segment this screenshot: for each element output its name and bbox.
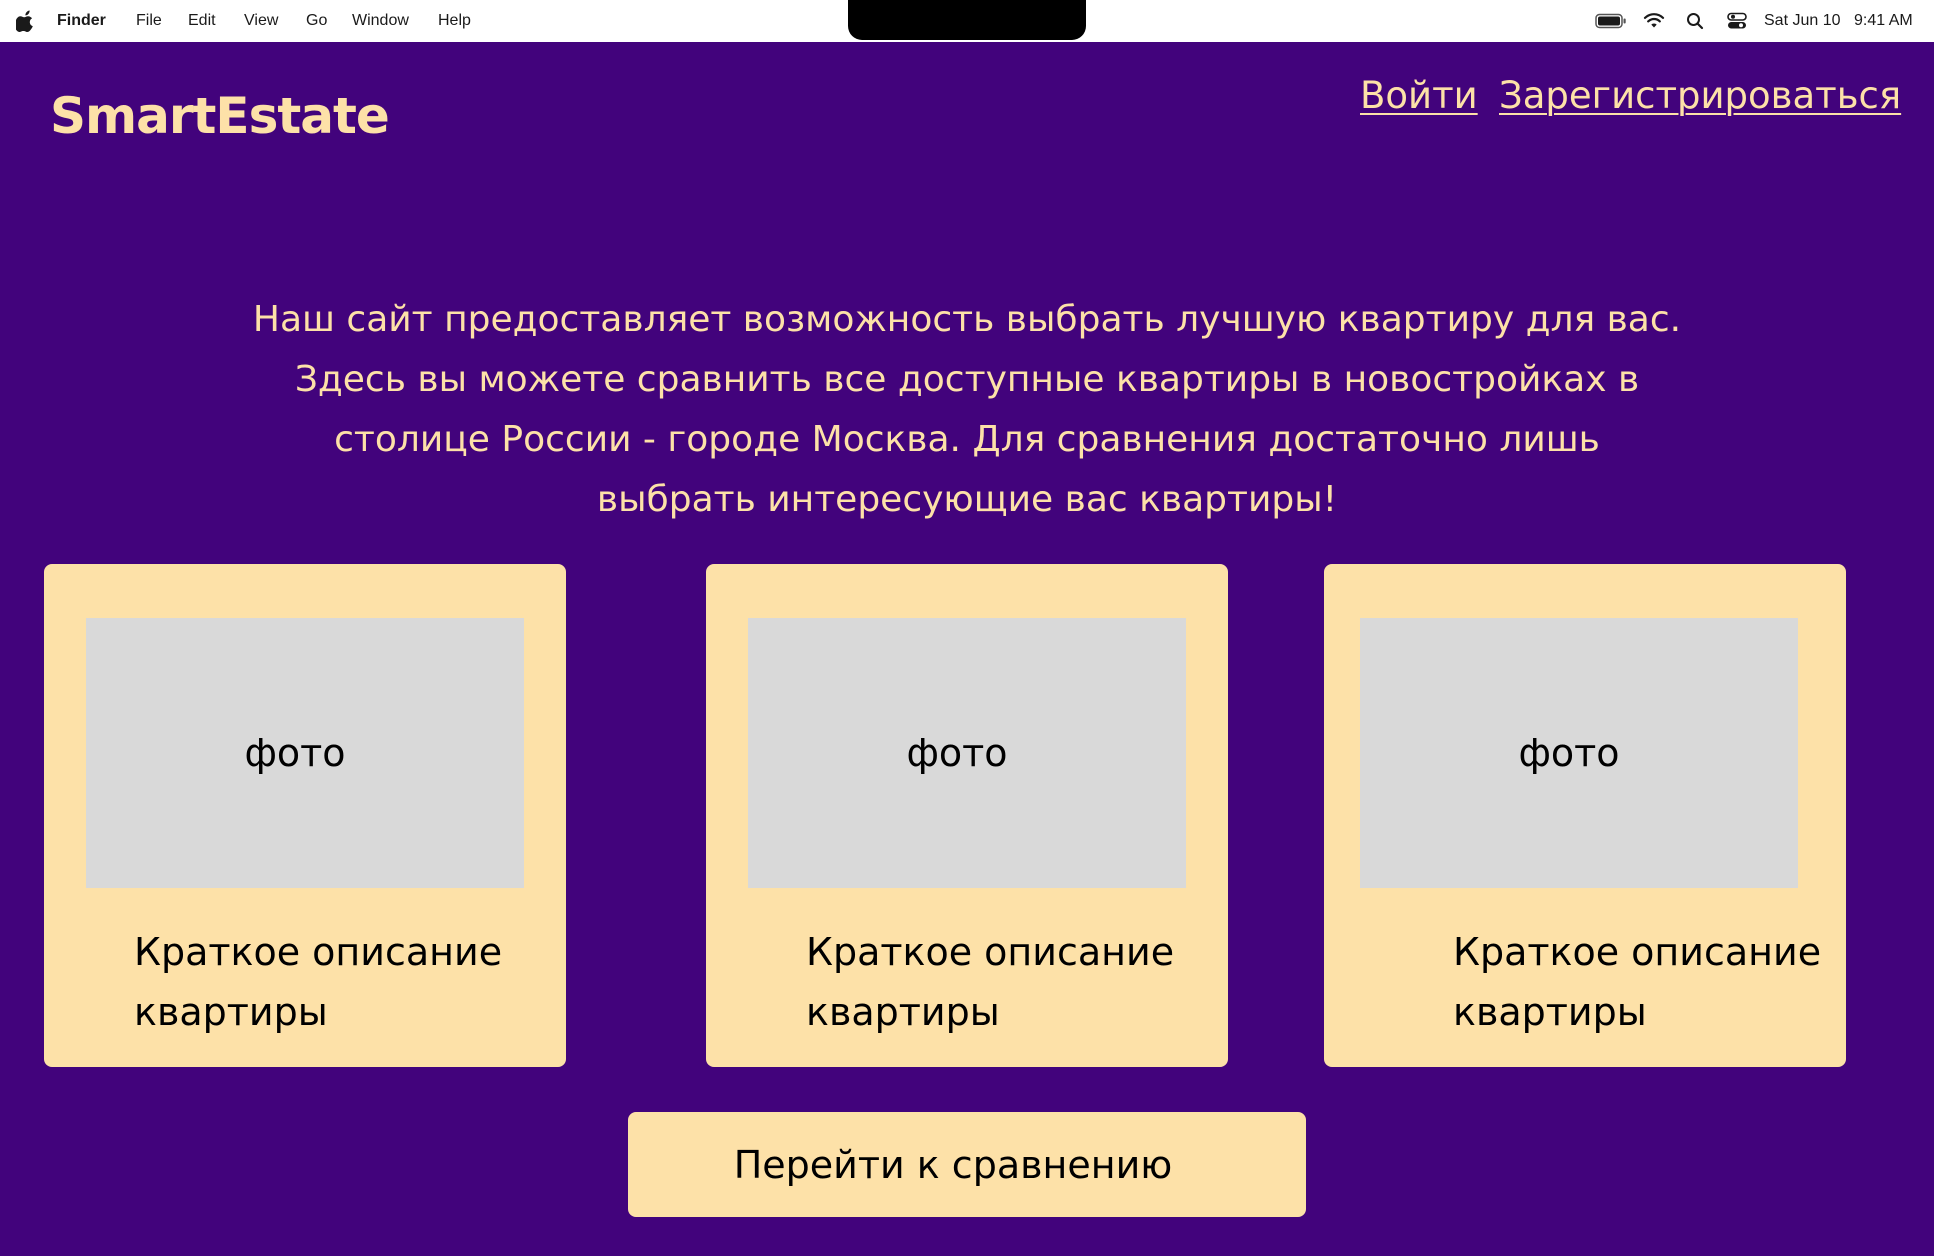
menu-go[interactable]: Go <box>306 11 327 31</box>
apartment-description-line: квартиры <box>806 990 1000 1034</box>
apartment-photo-placeholder: фото <box>1360 618 1798 888</box>
photo-label: фото <box>1518 731 1620 775</box>
intro-line: выбрать интересующие вас квартиры! <box>596 479 1338 520</box>
battery-icon[interactable] <box>1595 13 1627 29</box>
menu-help[interactable]: Help <box>438 11 471 31</box>
login-link[interactable]: Войти <box>1360 74 1478 118</box>
register-link[interactable]: Зарегистрироваться <box>1499 74 1901 118</box>
apartment-card[interactable]: фото Краткое описание квартиры <box>1324 564 1846 1067</box>
go-to-comparison-label: Перейти к сравнению <box>733 1142 1173 1187</box>
site-logo[interactable]: SmartEstate <box>50 86 390 146</box>
apartment-photo-placeholder: фото <box>86 618 524 888</box>
menu-file[interactable]: File <box>136 11 162 31</box>
apartment-description-line: квартиры <box>1453 990 1647 1034</box>
apartment-description: Краткое описание квартиры <box>134 922 502 1042</box>
wifi-icon[interactable] <box>1643 12 1665 29</box>
apartment-description: Краткое описание квартиры <box>1453 922 1821 1042</box>
camera-notch <box>848 0 1086 40</box>
apartment-photo-placeholder: фото <box>748 618 1186 888</box>
apartment-description: Краткое описание квартиры <box>806 922 1174 1042</box>
menubar-date[interactable]: Sat Jun 10 <box>1764 11 1841 31</box>
apartment-description-line: Краткое описание <box>134 930 503 974</box>
apartment-card[interactable]: фото Краткое описание квартиры <box>706 564 1228 1067</box>
menu-bar: Finder File Edit View Go Window Help Sat… <box>0 0 1934 42</box>
menu-edit[interactable]: Edit <box>188 11 216 31</box>
photo-label: фото <box>906 731 1008 775</box>
apple-logo-icon[interactable] <box>16 10 36 32</box>
apartment-description-line: Краткое описание <box>1453 930 1822 974</box>
intro-line: Здесь вы можете сравнить все доступные к… <box>294 359 1640 400</box>
menu-window[interactable]: Window <box>352 11 409 31</box>
go-to-comparison-button[interactable]: Перейти к сравнению <box>628 1112 1306 1217</box>
menu-view[interactable]: View <box>244 11 278 31</box>
menubar-time[interactable]: 9:41 AM <box>1854 11 1913 31</box>
search-icon[interactable] <box>1686 12 1704 30</box>
apartment-description-line: Краткое описание <box>806 930 1175 974</box>
control-center-icon[interactable] <box>1727 12 1747 30</box>
photo-label: фото <box>244 731 346 775</box>
menu-finder[interactable]: Finder <box>57 11 106 31</box>
intro-text: Наш сайт предоставляет возможность выбра… <box>200 290 1734 530</box>
intro-line: Наш сайт предоставляет возможность выбра… <box>252 299 1682 340</box>
apartment-description-line: квартиры <box>134 990 328 1034</box>
apartment-card[interactable]: фото Краткое описание квартиры <box>44 564 566 1067</box>
intro-line: столице России - городе Москва. Для срав… <box>334 419 1600 460</box>
